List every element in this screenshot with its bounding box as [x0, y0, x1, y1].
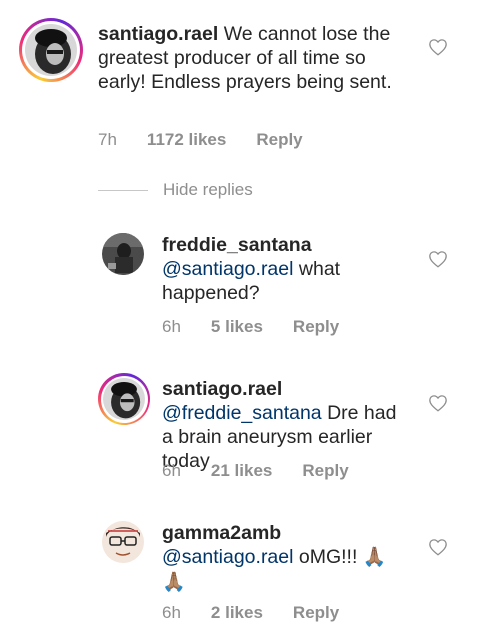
comment-time: 6h [162, 461, 181, 480]
heart-outline-icon[interactable] [428, 538, 448, 556]
heart-outline-icon[interactable] [428, 394, 448, 412]
comment-text: gamma2amb @santiago.rael oMG!!! 🙏🏽 🙏🏽 [162, 521, 412, 595]
divider-line [98, 189, 148, 191]
profile-photo [102, 233, 144, 275]
comment-time: 6h [162, 603, 181, 622]
comment-username[interactable]: santiago.rael [98, 23, 218, 45]
reply-button[interactable]: Reply [256, 130, 302, 150]
heart-outline-icon[interactable] [428, 38, 448, 56]
comment-likes[interactable]: 1172 likes [147, 130, 226, 150]
comment-likes[interactable]: 2 likes [211, 603, 263, 623]
comment-text: santiago.rael We cannot lose the greates… [98, 22, 403, 94]
avatar-santiago-rael[interactable] [19, 18, 83, 82]
comment-time: 6h [162, 317, 181, 336]
comment-text: santiago.rael @freddie_santana Dre had a… [162, 377, 412, 473]
profile-photo [103, 378, 145, 420]
comment-likes[interactable]: 21 likes [211, 461, 272, 481]
hide-replies-button[interactable]: Hide replies [163, 180, 253, 200]
reply-button[interactable]: Reply [293, 603, 339, 623]
comment-meta: 7h 1172 likes Reply [98, 130, 333, 150]
comment-username[interactable]: freddie_santana [162, 234, 312, 256]
heart-outline-icon[interactable] [428, 250, 448, 268]
mention-link[interactable]: @freddie_santana [162, 402, 322, 424]
folded-hands-emoji: 🙏🏽 [362, 547, 387, 568]
comment-meta: 6h 21 likes Reply [162, 461, 379, 481]
avatar-gamma2amb[interactable] [102, 521, 144, 563]
comment-meta: 6h 2 likes Reply [162, 603, 369, 623]
avatar-santiago-rael[interactable] [98, 373, 150, 425]
hide-replies-row[interactable]: Hide replies [98, 180, 253, 200]
comment-meta: 6h 5 likes Reply [162, 317, 369, 337]
folded-hands-emoji: 🙏🏽 [162, 572, 186, 593]
profile-photo [102, 521, 144, 563]
profile-photo [25, 24, 77, 76]
reply-button[interactable]: Reply [293, 317, 339, 337]
comment-time: 7h [98, 130, 117, 149]
comment-text: freddie_santana @santiago.rael what happ… [162, 233, 412, 305]
mention-link[interactable]: @santiago.rael [162, 546, 293, 568]
comment-username[interactable]: santiago.rael [162, 378, 282, 400]
reply-button[interactable]: Reply [302, 461, 348, 481]
comment-username[interactable]: gamma2amb [162, 522, 281, 544]
avatar-freddie-santana[interactable] [102, 233, 144, 275]
mention-link[interactable]: @santiago.rael [162, 258, 293, 280]
comment-likes[interactable]: 5 likes [211, 317, 263, 337]
comment-body: oMG!!! [293, 546, 363, 568]
